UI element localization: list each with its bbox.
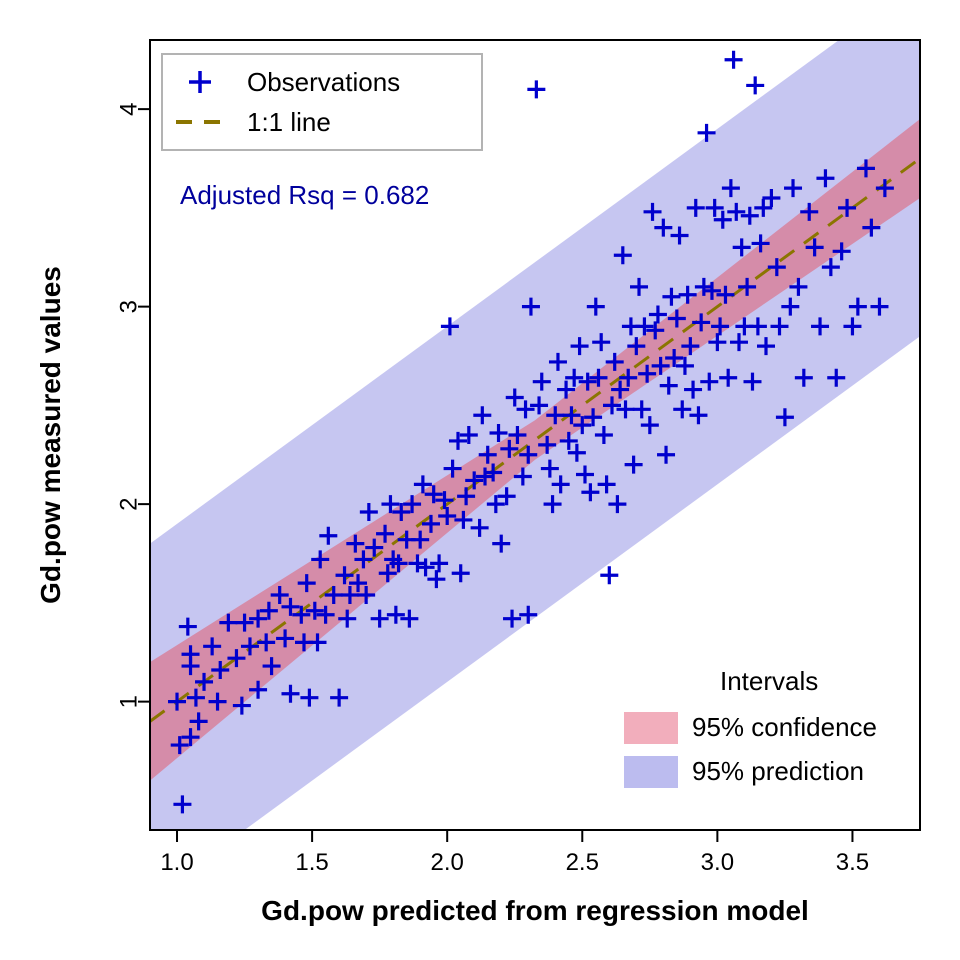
intervals-item-label: 95% prediction [692, 756, 864, 786]
intervals-title: Intervals [720, 666, 818, 696]
x-axis-label: Gd.pow predicted from regression model [261, 895, 809, 926]
intervals-item-label: 95% confidence [692, 712, 877, 742]
x-tick-label: 2.5 [566, 849, 599, 876]
swatch-icon [624, 712, 678, 744]
y-tick-label: 1 [115, 695, 142, 708]
observation-point [600, 566, 618, 584]
y-tick-label: 2 [115, 497, 142, 510]
y-tick-label: 4 [115, 102, 142, 115]
scatter-chart: 1.0 1.5 2.0 2.5 3.0 3.5 1 2 3 4 Gd.pow predicted f… [0, 0, 960, 960]
legend-item-label: Observations [247, 67, 400, 97]
y-axis-label: Gd.pow measured values [35, 266, 66, 604]
observation-point [725, 51, 743, 69]
x-tick-label: 3.0 [701, 849, 734, 876]
observation-point [527, 80, 545, 98]
chart-svg: 1.0 1.5 2.0 2.5 3.0 3.5 1 2 3 4 Gd.pow predicted f… [0, 0, 960, 960]
observation-point [746, 76, 764, 94]
rsq-annotation: Adjusted Rsq = 0.682 [180, 180, 429, 210]
swatch-icon [624, 756, 678, 788]
x-tick-label: 1.0 [160, 849, 193, 876]
legend-item-label: 1:1 line [247, 107, 331, 137]
x-tick-label: 2.0 [431, 849, 464, 876]
x-tick-label: 3.5 [836, 849, 869, 876]
x-tick-label: 1.5 [295, 849, 328, 876]
y-tick-label: 3 [115, 300, 142, 313]
